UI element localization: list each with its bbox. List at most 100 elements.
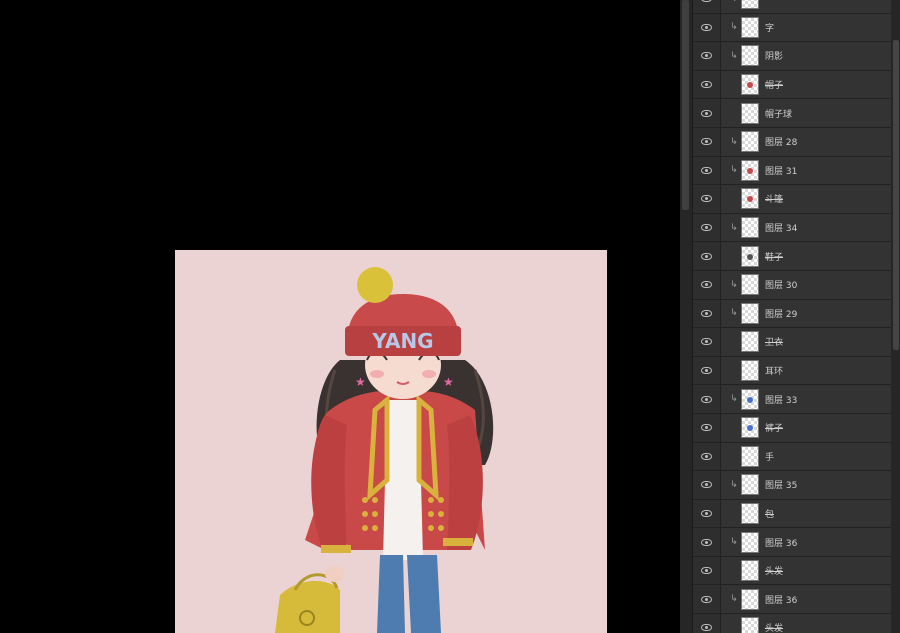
layer-name[interactable]: 字 (765, 21, 774, 34)
layer-thumbnail[interactable] (741, 16, 759, 38)
layer-name[interactable]: 裤子 (765, 421, 783, 434)
layer-row[interactable]: ↳ 图层 35 (693, 471, 891, 500)
layer-row[interactable]: 鞋子 (693, 242, 891, 271)
layer-thumbnail[interactable] (741, 245, 759, 267)
layer-name[interactable]: 图层 35 (765, 478, 797, 491)
layer-name[interactable]: 包 (765, 507, 774, 520)
eye-icon (701, 538, 712, 546)
layers-scrollbar[interactable] (891, 0, 900, 633)
canvas-scrollbar-thumb[interactable] (682, 0, 689, 210)
visibility-toggle[interactable] (693, 185, 721, 213)
visibility-toggle[interactable] (693, 356, 721, 385)
visibility-toggle[interactable] (693, 471, 721, 499)
visibility-toggle[interactable] (693, 127, 721, 156)
layer-row[interactable]: 卫衣 (693, 328, 891, 357)
layer-row[interactable]: ↳ 图层 34 (693, 213, 891, 243)
layer-thumbnail[interactable] (741, 502, 759, 524)
layer-name[interactable]: 帽子球 (765, 107, 792, 120)
layer-name[interactable]: 图层 30 (765, 278, 797, 291)
visibility-toggle[interactable] (693, 99, 721, 127)
layer-row[interactable]: 头发 (693, 556, 891, 586)
layer-name[interactable]: 耳环 (765, 364, 783, 377)
visibility-toggle[interactable] (693, 13, 721, 42)
layer-row[interactable]: ↳ 字 (693, 13, 891, 43)
layer-row[interactable]: ↳ 图层 36 (693, 528, 891, 557)
layer-row[interactable]: 耳环 (693, 356, 891, 386)
layer-thumbnail[interactable] (741, 159, 759, 181)
layer-thumbnail[interactable] (741, 331, 759, 353)
layer-thumbnail[interactable] (741, 45, 759, 67)
eye-icon (701, 252, 712, 260)
layer-thumbnail[interactable] (741, 131, 759, 153)
canvas-scrollbar[interactable] (680, 0, 692, 633)
visibility-toggle[interactable] (693, 413, 721, 442)
visibility-toggle[interactable] (693, 70, 721, 99)
visibility-toggle[interactable] (693, 270, 721, 299)
layer-thumbnail[interactable] (741, 74, 759, 96)
document-canvas[interactable]: ★ ★ YANG (0, 0, 680, 633)
layer-thumbnail[interactable] (741, 302, 759, 324)
visibility-toggle[interactable] (693, 328, 721, 356)
layer-name[interactable]: 斗篷 (765, 192, 783, 205)
visibility-toggle[interactable] (693, 528, 721, 556)
visibility-toggle[interactable] (693, 0, 721, 13)
layer-thumbnail[interactable] (741, 388, 759, 410)
layers-scrollbar-thumb[interactable] (893, 40, 899, 350)
layer-name[interactable]: 图层 31 (765, 164, 797, 177)
layer-thumbnail[interactable] (741, 474, 759, 496)
layer-thumbnail[interactable] (741, 102, 759, 124)
visibility-toggle[interactable] (693, 442, 721, 471)
layer-row[interactable]: ↳ 图层 31 (693, 156, 891, 186)
layer-name[interactable]: 图层 29 (765, 307, 797, 320)
visibility-toggle[interactable] (693, 614, 721, 633)
layer-thumbnail[interactable] (741, 417, 759, 439)
layer-row[interactable]: ↳ 阴影 (693, 42, 891, 71)
layer-row[interactable]: ↳ 图层 30 (693, 270, 891, 300)
visibility-toggle[interactable] (693, 242, 721, 270)
visibility-toggle[interactable] (693, 556, 721, 585)
layer-name[interactable]: 图层 36 (765, 593, 797, 606)
layer-row[interactable]: 帽子 (693, 70, 891, 100)
layer-name[interactable]: 手 (765, 450, 774, 463)
visibility-toggle[interactable] (693, 499, 721, 528)
layer-thumbnail[interactable] (741, 0, 759, 10)
layer-row[interactable]: ↳ 图层 28 (693, 127, 891, 157)
layer-row[interactable]: 帽子球 (693, 99, 891, 128)
layer-row[interactable]: ↳ 图层 36 (693, 585, 891, 615)
layer-name[interactable]: 图层 34 (765, 221, 797, 234)
layer-name[interactable]: 图层 33 (765, 393, 797, 406)
layer-thumbnail[interactable] (741, 360, 759, 382)
visibility-toggle[interactable] (693, 156, 721, 185)
layer-name[interactable]: 卫衣 (765, 335, 783, 348)
layer-thumbnail[interactable] (741, 445, 759, 467)
visibility-toggle[interactable] (693, 585, 721, 614)
left-cuff (321, 545, 351, 553)
layer-name[interactable]: 鞋子 (765, 250, 783, 263)
visibility-toggle[interactable] (693, 299, 721, 328)
layer-name[interactable]: 阴影 (765, 49, 783, 62)
layer-row[interactable]: 头发 (693, 614, 891, 633)
layer-thumbnail[interactable] (741, 217, 759, 239)
layer-row[interactable]: ↳ (693, 0, 891, 14)
layer-row[interactable]: 斗篷 (693, 185, 891, 214)
layer-thumbnail[interactable] (741, 617, 759, 633)
layer-row[interactable]: 裤子 (693, 413, 891, 443)
layer-thumbnail[interactable] (741, 531, 759, 553)
layer-name[interactable]: 图层 36 (765, 536, 797, 549)
layer-row[interactable]: ↳ 图层 29 (693, 299, 891, 329)
layer-thumbnail[interactable] (741, 588, 759, 610)
layer-thumbnail[interactable] (741, 274, 759, 296)
artboard[interactable]: ★ ★ YANG (175, 250, 607, 633)
layer-thumbnail[interactable] (741, 560, 759, 582)
layer-thumbnail[interactable] (741, 188, 759, 210)
layer-row[interactable]: 手 (693, 442, 891, 472)
layer-name[interactable]: 头发 (765, 621, 783, 633)
visibility-toggle[interactable] (693, 385, 721, 413)
layer-row[interactable]: ↳ 图层 33 (693, 385, 891, 414)
layer-name[interactable]: 图层 28 (765, 135, 797, 148)
layer-name[interactable]: 头发 (765, 564, 783, 577)
layer-name[interactable]: 帽子 (765, 78, 783, 91)
layer-row[interactable]: 包 (693, 499, 891, 529)
visibility-toggle[interactable] (693, 42, 721, 70)
visibility-toggle[interactable] (693, 213, 721, 242)
